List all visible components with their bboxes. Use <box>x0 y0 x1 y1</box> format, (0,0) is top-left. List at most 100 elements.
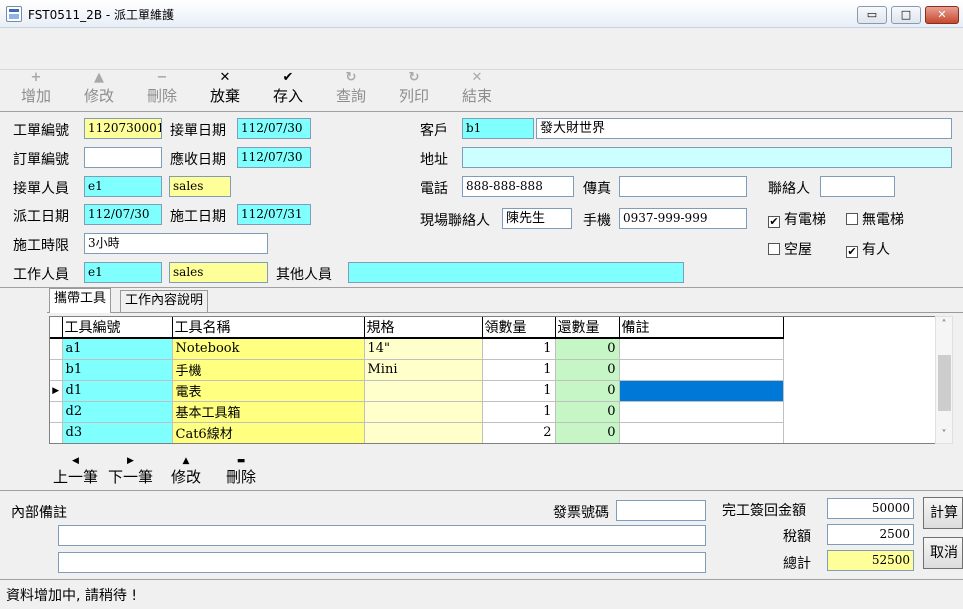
cell-out-qty[interactable]: 2 <box>482 422 556 443</box>
discard-button[interactable]: ✕ 放棄 <box>203 70 247 112</box>
current-row-indicator-icon[interactable]: ▶ <box>50 380 63 402</box>
calculate-button[interactable]: 計算 <box>923 497 963 529</box>
query-button[interactable]: ↻ 查詢 <box>329 70 373 112</box>
scroll-down-icon[interactable]: ˅ <box>936 429 952 440</box>
site-contact-field[interactable]: 陳先生 <box>502 208 572 229</box>
duration-field[interactable]: 3小時 <box>84 233 268 254</box>
cell-tool-name[interactable]: 電表 <box>172 380 365 402</box>
internal-note-line2[interactable] <box>58 552 706 573</box>
cell-ret-qty[interactable]: 0 <box>555 380 620 402</box>
print-button[interactable]: ↻ 列印 <box>392 70 436 112</box>
table-row[interactable]: d2 基本工具箱 1 0 <box>50 401 784 423</box>
table-row[interactable]: d3 Cat6線材 2 0 <box>50 422 784 443</box>
cell-note[interactable] <box>619 422 784 443</box>
grid-delete-button[interactable]: ▬ 刪除 <box>226 456 256 487</box>
has-elevator-checkbox[interactable]: ✔ 有電梯 <box>768 209 826 229</box>
order-no-field[interactable] <box>84 147 162 168</box>
col-note[interactable]: 備註 <box>619 317 784 339</box>
receiver-name-field[interactable]: sales <box>169 176 231 197</box>
cell-tool-code[interactable]: d1 <box>62 380 173 402</box>
cell-spec[interactable] <box>364 401 483 423</box>
fax-field[interactable] <box>619 176 747 197</box>
col-out-qty[interactable]: 領數量 <box>482 317 556 339</box>
exit-button[interactable]: ✕ 結束 <box>455 70 499 112</box>
occupied-checkbox[interactable]: ✔ 有人 <box>846 239 890 259</box>
tab-tools[interactable]: 攜帶工具 <box>49 288 112 313</box>
cell-tool-name[interactable]: 手機 <box>172 359 365 381</box>
minimize-button[interactable]: ▭ <box>857 6 887 24</box>
cell-tool-code[interactable]: a1 <box>62 338 173 360</box>
cell-spec[interactable] <box>364 422 483 443</box>
cell-note[interactable] <box>619 401 784 423</box>
previous-record-button[interactable]: ◀ 上一筆 <box>53 456 98 487</box>
mobile-field[interactable]: 0937-999-999 <box>619 208 747 229</box>
cell-note[interactable] <box>619 359 784 381</box>
receive-date-field[interactable]: 112/07/30 <box>237 118 311 139</box>
total-field[interactable]: 52500 <box>827 550 914 571</box>
table-row[interactable]: a1 Notebook 14" 1 0 <box>50 338 784 360</box>
cell-spec[interactable] <box>364 380 483 402</box>
receiver-code-field[interactable]: e1 <box>84 176 162 197</box>
worker-name-field[interactable]: sales <box>169 262 268 283</box>
cell-ret-qty[interactable]: 0 <box>555 422 620 443</box>
cell-ret-qty[interactable]: 0 <box>555 338 620 360</box>
work-date-field[interactable]: 112/07/31 <box>237 204 311 225</box>
cell-tool-code[interactable]: d3 <box>62 422 173 443</box>
col-tool-code[interactable]: 工具編號 <box>62 317 173 339</box>
maximize-button[interactable]: □ <box>891 6 921 24</box>
cell-tool-name[interactable]: 基本工具箱 <box>172 401 365 423</box>
internal-note-line1[interactable] <box>58 525 706 546</box>
table-row-current[interactable]: ▶ d1 電表 1 0 <box>50 380 784 402</box>
scroll-up-icon[interactable]: ˄ <box>936 319 952 330</box>
next-record-button[interactable]: ▶ 下一筆 <box>108 456 153 487</box>
rebate-field[interactable]: 50000 <box>827 498 914 519</box>
cell-spec[interactable]: 14" <box>364 338 483 360</box>
save-button[interactable]: ✔ 存入 <box>266 70 310 112</box>
cell-out-qty[interactable]: 1 <box>482 359 556 381</box>
grid-vertical-scrollbar[interactable]: ˄ ˅ <box>935 316 953 444</box>
cell-ret-qty[interactable]: 0 <box>555 401 620 423</box>
close-button[interactable]: ✕ <box>925 6 959 24</box>
invoice-field[interactable] <box>616 500 706 521</box>
row-selector[interactable] <box>50 422 63 443</box>
row-selector[interactable] <box>50 359 63 381</box>
contact-field[interactable] <box>820 176 895 197</box>
cell-tool-name[interactable]: Notebook <box>172 338 365 360</box>
vacant-house-checkbox[interactable]: 空屋 <box>768 239 812 259</box>
table-row[interactable]: b1 手機 Mini 1 0 <box>50 359 784 381</box>
customer-name-field[interactable]: 發大財世界 <box>536 118 952 139</box>
cell-spec[interactable]: Mini <box>364 359 483 381</box>
cell-tool-code[interactable]: d2 <box>62 401 173 423</box>
col-tool-name[interactable]: 工具名稱 <box>172 317 365 339</box>
worker-code-field[interactable]: e1 <box>84 262 162 283</box>
no-elevator-checkbox[interactable]: 無電梯 <box>846 209 904 229</box>
cell-tool-code[interactable]: b1 <box>62 359 173 381</box>
other-staff-field[interactable] <box>348 262 684 283</box>
tab-work-description[interactable]: 工作內容說明 <box>120 290 209 312</box>
edit-button[interactable]: ▲ 修改 <box>77 70 121 112</box>
tax-field[interactable]: 2500 <box>827 524 914 545</box>
window-title: FST0511_2B - 派工單維護 <box>28 8 175 22</box>
delete-button[interactable]: − 刪除 <box>140 70 184 112</box>
cell-out-qty[interactable]: 1 <box>482 380 556 402</box>
customer-code-field[interactable]: b1 <box>462 118 534 139</box>
cell-tool-name[interactable]: Cat6線材 <box>172 422 365 443</box>
cell-note-selected[interactable] <box>619 380 784 402</box>
cancel-button[interactable]: 取消 <box>923 537 963 569</box>
col-spec[interactable]: 規格 <box>364 317 483 339</box>
cell-out-qty[interactable]: 1 <box>482 338 556 360</box>
row-selector[interactable] <box>50 401 63 423</box>
cell-ret-qty[interactable]: 0 <box>555 359 620 381</box>
grid-edit-button[interactable]: ▲ 修改 <box>171 456 201 487</box>
due-date-field[interactable]: 112/07/30 <box>237 147 311 168</box>
phone-field[interactable]: 888-888-888 <box>462 176 574 197</box>
work-order-no-field[interactable]: 1120730001 <box>84 118 162 139</box>
address-field[interactable] <box>462 147 952 168</box>
cell-out-qty[interactable]: 1 <box>482 401 556 423</box>
row-selector[interactable] <box>50 338 63 360</box>
cell-note[interactable] <box>619 338 784 360</box>
col-ret-qty[interactable]: 還數量 <box>555 317 620 339</box>
dispatch-date-field[interactable]: 112/07/30 <box>84 204 162 225</box>
add-button[interactable]: + 增加 <box>14 70 58 112</box>
scrollbar-thumb[interactable] <box>938 355 951 411</box>
